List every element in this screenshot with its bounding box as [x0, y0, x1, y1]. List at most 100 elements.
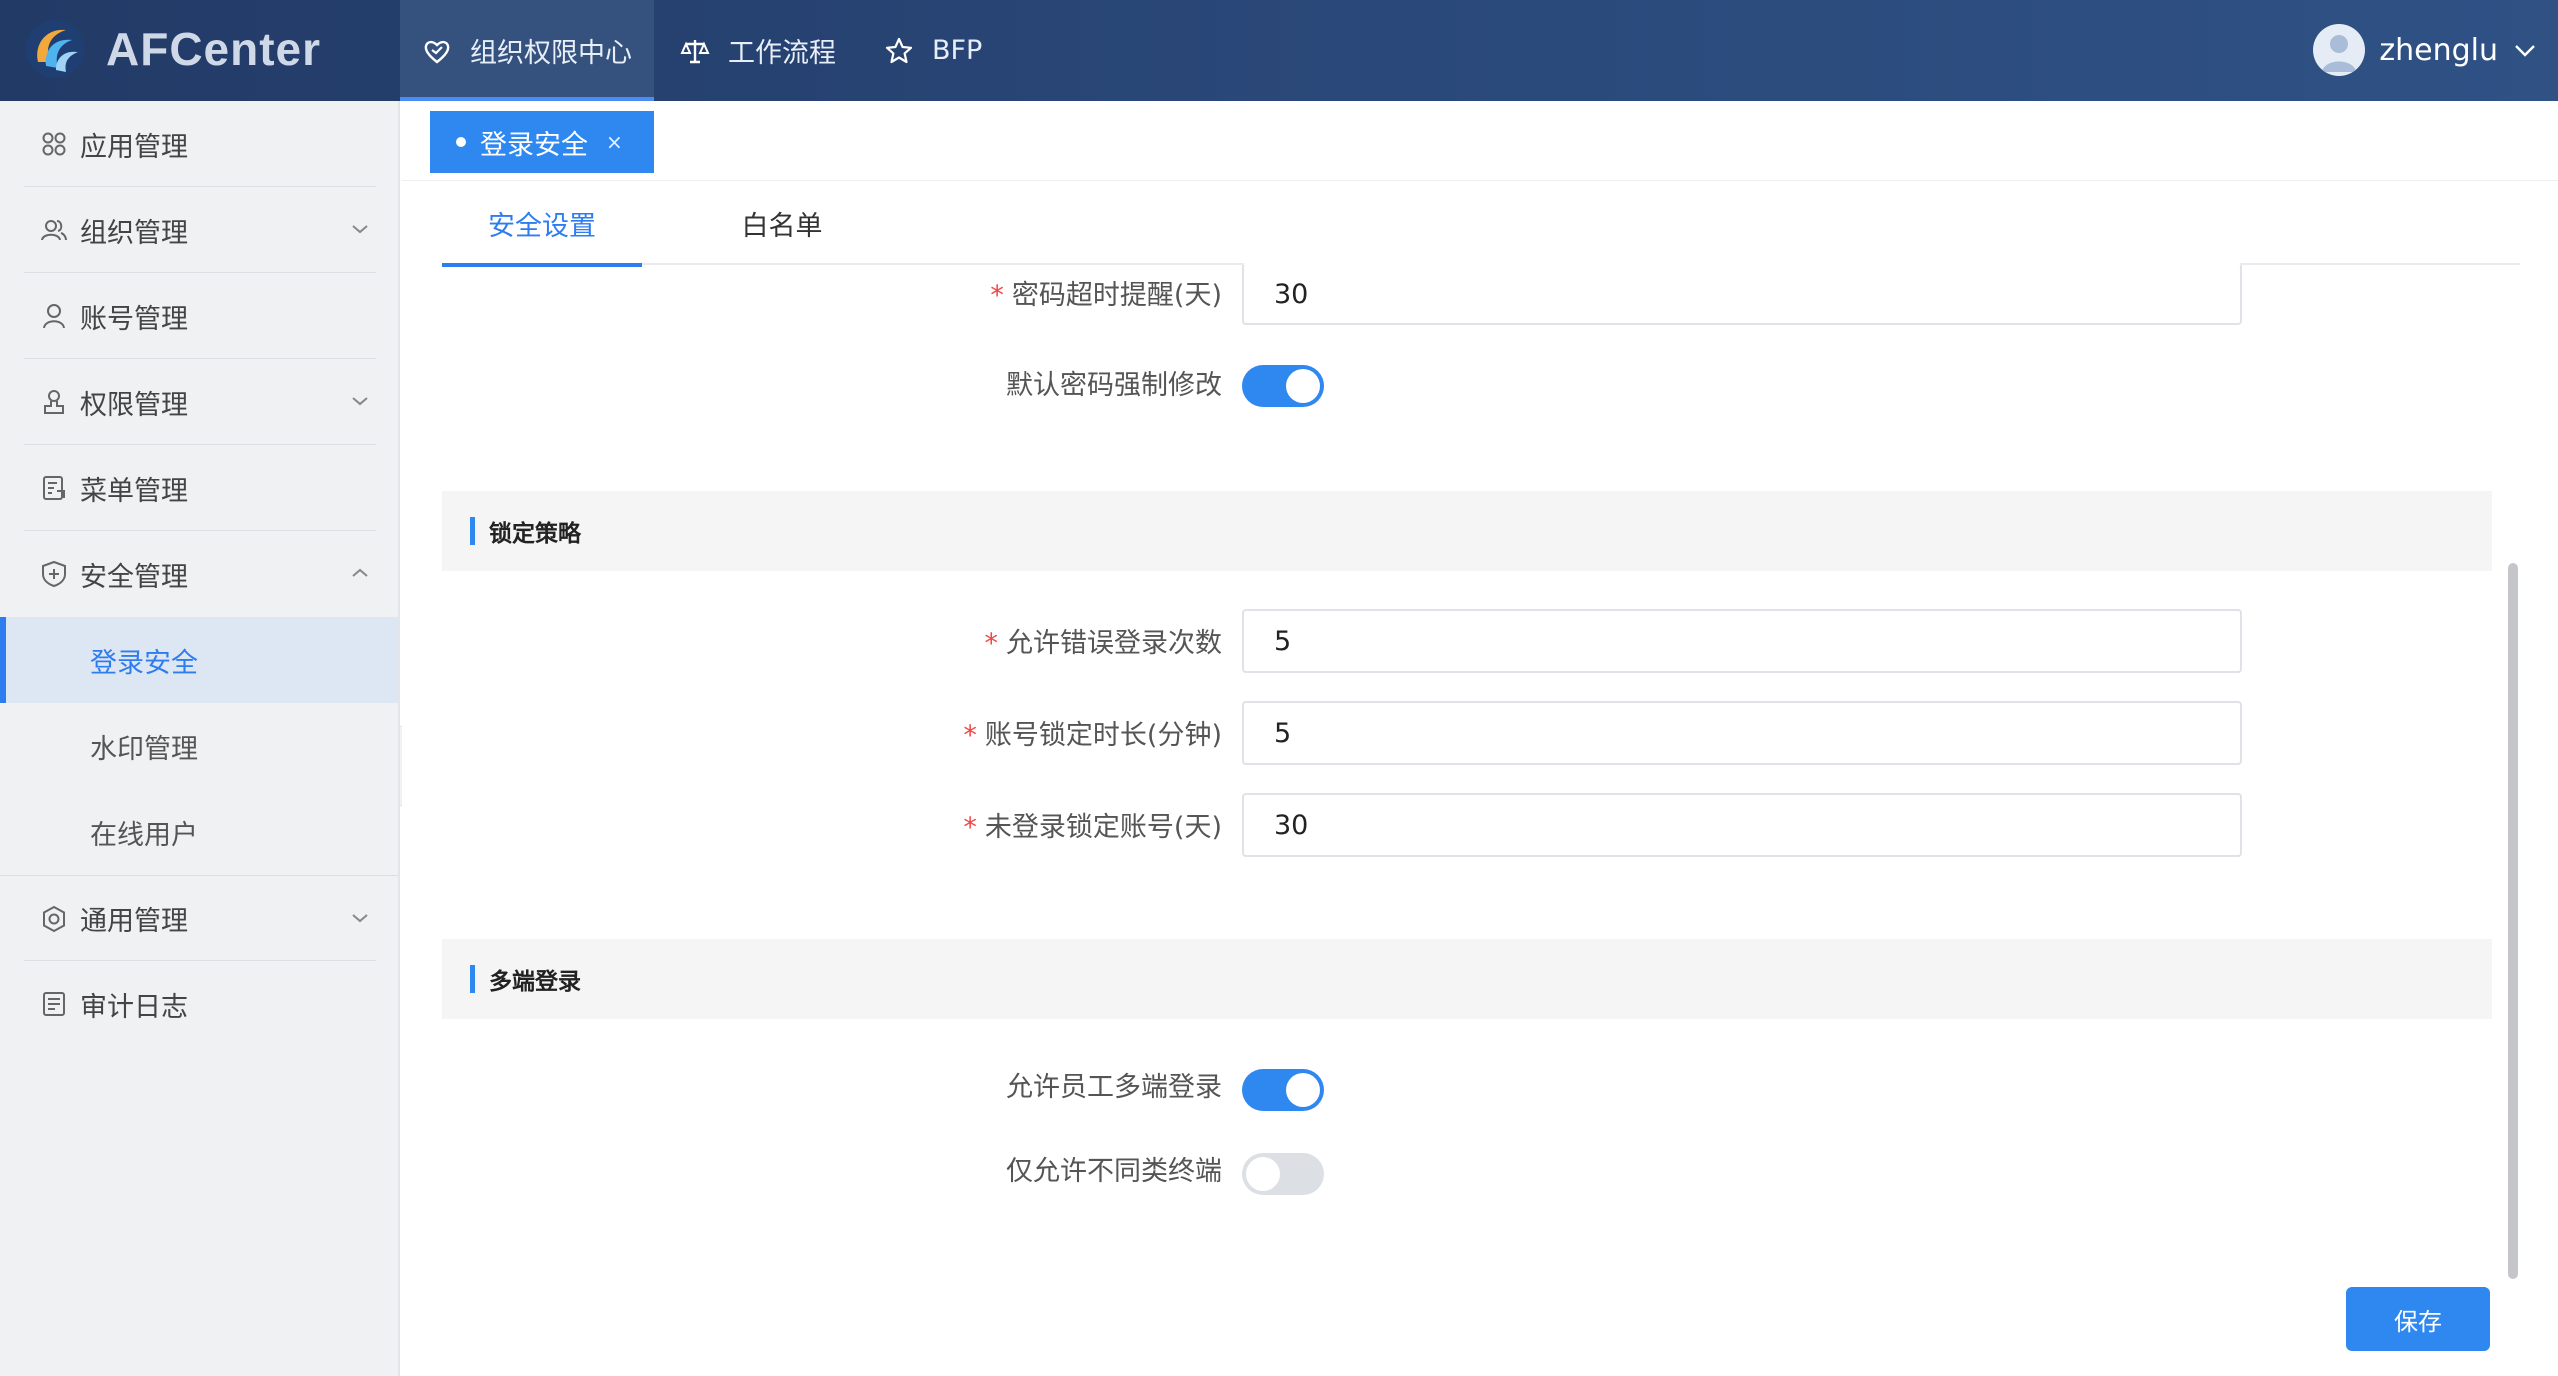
close-icon[interactable]: ×: [606, 130, 623, 154]
scale-icon: [680, 39, 710, 63]
shield-plus-icon: [42, 560, 66, 588]
section-multi-login: 多端登录: [442, 939, 2492, 1019]
force-change-toggle[interactable]: [1242, 365, 1324, 407]
sidebar-item-label: 通用管理: [80, 906, 188, 937]
sidebar-subitem-label: 在线用户: [90, 819, 198, 851]
sidebar-item-permission-management[interactable]: 权限管理: [0, 359, 398, 445]
label-text: 允许错误登录次数: [1006, 628, 1222, 659]
lock-duration-input[interactable]: 5: [1242, 701, 2242, 765]
users-icon: [41, 220, 67, 241]
save-button[interactable]: 保存: [2346, 1287, 2490, 1351]
password-timeout-input[interactable]: 30: [1242, 263, 2242, 325]
afcenter-logo-icon: [26, 20, 84, 78]
top-header: AFCenter 组织权限中心 工作流程 BFP zhenglu: [0, 0, 2558, 101]
nav-item-bfp[interactable]: BFP: [862, 0, 1004, 101]
password-timeout-label: * 密码超时提醒(天): [802, 273, 1222, 312]
sidebar-item-label: 审计日志: [80, 991, 188, 1023]
input-value: 5: [1274, 625, 1292, 657]
sidebar-item-org-management[interactable]: 组织管理: [0, 187, 398, 273]
sidebar-subitem-online-users[interactable]: 在线用户: [0, 789, 398, 875]
user-menu[interactable]: zhenglu: [2313, 24, 2538, 76]
page-tabbar: 登录安全 ×: [402, 101, 2558, 181]
sidebar-item-general-management[interactable]: 通用管理: [0, 875, 398, 961]
log-icon: [43, 992, 65, 1016]
heart-shield-icon: [424, 40, 450, 64]
nav-item-workflow[interactable]: 工作流程: [658, 0, 858, 101]
sidebar-item-label: 组织管理: [80, 217, 188, 249]
section-title: 锁定策略: [489, 521, 581, 547]
active-dot: [456, 137, 466, 147]
page-tab-label: 登录安全: [480, 129, 588, 161]
avatar: [2313, 24, 2366, 76]
inactive-lock-label: * 未登录锁定账号(天): [802, 805, 1222, 844]
section-title: 多端登录: [489, 969, 581, 995]
user-name: zhenglu: [2379, 32, 2498, 68]
force-change-label: 默认密码强制修改: [802, 363, 1222, 402]
vertical-scrollbar[interactable]: [2508, 563, 2518, 1279]
nav-item-org-permission-center[interactable]: 组织权限中心: [400, 0, 654, 101]
sidebar-subitem-label: 登录安全: [90, 647, 198, 679]
allow-multi-login-toggle[interactable]: [1242, 1069, 1324, 1111]
top-nav: 组织权限中心 工作流程 BFP: [400, 0, 1008, 101]
input-value: 5: [1274, 717, 1292, 749]
required-mark: *: [984, 628, 999, 659]
sidebar: 应用管理 组织管理 账号管理 权限管理 菜单管理 安全管理 登录安全 水印管理 …: [0, 101, 400, 1376]
input-value: 30: [1274, 278, 1309, 310]
page-tab-login-security[interactable]: 登录安全 ×: [430, 111, 654, 173]
required-mark: *: [990, 280, 1004, 311]
sidebar-subitem-label: 水印管理: [90, 733, 198, 765]
sidebar-item-label: 安全管理: [80, 561, 188, 593]
sidebar-item-label: 账号管理: [80, 303, 188, 335]
save-label: 保存: [2394, 1307, 2442, 1336]
user-avatar-icon: [2322, 35, 2357, 72]
allow-multi-login-label: 允许员工多端登录: [802, 1065, 1222, 1104]
sidebar-subitem-login-security[interactable]: 登录安全: [0, 617, 398, 703]
nav-label: 工作流程: [728, 38, 836, 69]
sidebar-item-label: 应用管理: [80, 131, 188, 163]
sidebar-item-audit-log[interactable]: 审计日志: [0, 961, 398, 1047]
star-icon: [885, 37, 913, 63]
section-lock-policy: 锁定策略: [442, 491, 2492, 571]
sidebar-item-label: 菜单管理: [80, 475, 188, 507]
sidebar-item-app-management[interactable]: 应用管理: [0, 101, 398, 187]
sidebar-item-label: 权限管理: [80, 389, 188, 421]
app-name: AFCenter: [106, 23, 322, 75]
label-text: 账号锁定时长(分钟): [984, 720, 1222, 751]
grid-icon: [42, 132, 66, 156]
login-attempts-label: * 允许错误登录次数: [802, 621, 1223, 660]
required-mark: *: [963, 720, 977, 751]
sidebar-item-security-management[interactable]: 安全管理: [0, 531, 398, 617]
label-text: 仅允许不同类终端: [1006, 1156, 1222, 1187]
inactive-lock-input[interactable]: 30: [1242, 793, 2242, 857]
chevron-down-icon: [352, 914, 368, 923]
different-terminal-toggle[interactable]: [1242, 1153, 1324, 1195]
chevron-up-icon: [352, 568, 368, 577]
tab-security-settings[interactable]: 安全设置: [442, 181, 642, 267]
label-text: 允许员工多端登录: [1006, 1072, 1222, 1103]
sidebar-item-account-management[interactable]: 账号管理: [0, 273, 398, 359]
main-content: 登录安全 × 安全设置 白名单 * 密码超时提醒(天) 30 默认密码强制修改 锁…: [402, 101, 2558, 1376]
sidebar-subitem-watermark[interactable]: 水印管理: [0, 703, 398, 789]
tab-label: 白名单: [741, 210, 823, 242]
lock-duration-label: * 账号锁定时长(分钟): [802, 713, 1222, 752]
user-icon: [43, 304, 65, 329]
permission-icon: [44, 390, 64, 414]
tab-label: 安全设置: [488, 210, 596, 242]
required-mark: *: [963, 812, 977, 843]
app-logo[interactable]: AFCenter: [24, 18, 321, 80]
menu-doc-icon: [43, 476, 65, 500]
chevron-down-icon: [352, 397, 368, 406]
tab-whitelist[interactable]: 白名单: [682, 181, 882, 265]
label-text: 默认密码强制修改: [1006, 370, 1222, 401]
content-tabs: 安全设置 白名单: [442, 181, 2520, 267]
input-value: 30: [1274, 809, 1309, 841]
nav-label: BFP: [932, 35, 983, 66]
label-text: 未登录锁定账号(天): [984, 812, 1222, 843]
sidebar-item-menu-management[interactable]: 菜单管理: [0, 445, 398, 531]
label-text: 密码超时提醒(天): [1011, 280, 1222, 311]
nav-label: 组织权限中心: [470, 38, 632, 69]
settings-icon: [43, 905, 65, 932]
login-attempts-input[interactable]: 5: [1242, 609, 2242, 673]
chevron-down-icon: [352, 225, 368, 234]
chevron-down-icon: [2515, 45, 2535, 57]
